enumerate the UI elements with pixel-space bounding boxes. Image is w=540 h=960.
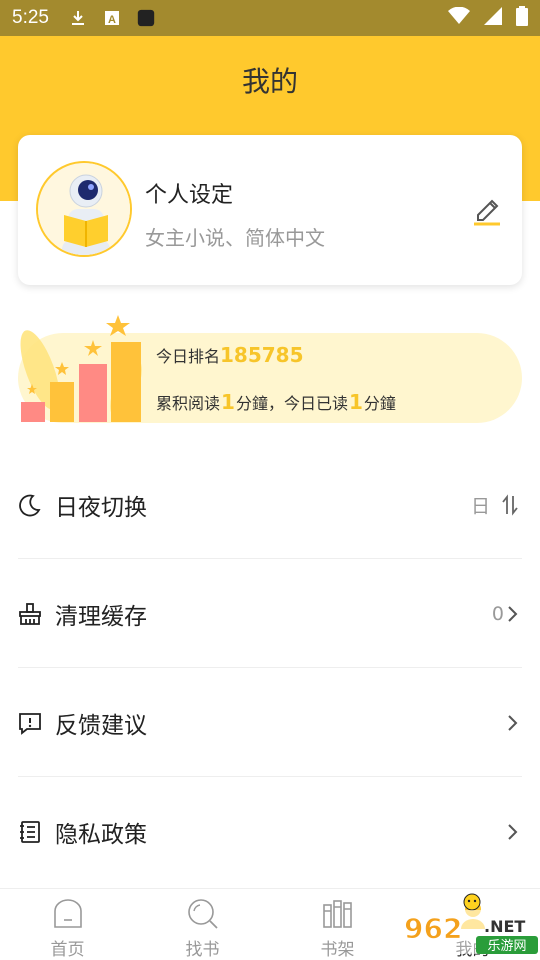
menu-item-day-night[interactable]: 日夜切换 日 [0, 450, 540, 559]
swap-arrows-icon[interactable] [502, 493, 518, 516]
today-rank: 今日排名 185785 [156, 343, 304, 367]
profile-preferences: 女主小说、简体中文 [145, 226, 325, 250]
search-icon [186, 897, 220, 931]
tab-label: 首页 [50, 940, 85, 960]
tab-label: 找书 [185, 940, 220, 960]
total-reading-unit: 分鐘，今日已读 [235, 394, 348, 413]
status-bar: 5:25 A [0, 0, 540, 36]
a-icon: A [103, 9, 121, 27]
tab-bookshelf[interactable]: 书架 [270, 889, 405, 960]
menu-label: 日夜切换 [55, 494, 147, 521]
menu-label: 隐私政策 [55, 821, 147, 848]
document-list-icon [18, 820, 42, 844]
profile-card[interactable]: 个人设定 女主小说、简体中文 [18, 135, 522, 285]
watermark-net: .NET [484, 917, 525, 936]
app-icon [137, 9, 155, 27]
today-reading-minutes: 1 [348, 390, 363, 414]
bookshelf-icon [321, 897, 355, 931]
watermark-site: 乐游网 [487, 939, 526, 954]
menu-item-clear-cache[interactable]: 清理缓存 0 [0, 559, 540, 668]
cache-size: 0 [491, 602, 504, 625]
total-reading-prefix: 累积阅读 [156, 394, 221, 413]
bar-chart-trophy-icon [18, 312, 148, 424]
reading-time: 累积阅读 1 分鐘，今日已读 1 分鐘 [156, 390, 396, 414]
tab-label: 书架 [320, 940, 355, 960]
watermark-number: 962 [404, 912, 462, 945]
menu-item-privacy-policy[interactable]: 隐私政策 [0, 777, 540, 886]
today-rank-label: 今日排名 [156, 347, 221, 366]
today-rank-value: 185785 [220, 343, 304, 367]
menu-label: 清理缓存 [55, 603, 147, 630]
menu-label: 反馈建议 [55, 712, 147, 739]
avatar[interactable] [36, 161, 132, 257]
page-title: 我的 [241, 65, 298, 98]
day-night-value: 日 [470, 495, 490, 517]
edit-icon[interactable] [470, 193, 504, 227]
tab-find-books[interactable]: 找书 [135, 889, 270, 960]
home-icon [51, 897, 85, 931]
status-time: 5:25 [12, 7, 49, 28]
total-reading-minutes: 1 [221, 390, 235, 414]
moon-icon [18, 493, 42, 517]
menu-item-feedback[interactable]: 反馈建议 [0, 668, 540, 777]
svg-text:A: A [108, 14, 116, 26]
chevron-right-icon [506, 714, 518, 732]
watermark-logo: 962 .NET 乐游网 [400, 892, 540, 954]
profile-name: 个人设定 [145, 183, 234, 208]
chevron-right-icon [506, 823, 518, 841]
tab-home[interactable]: 首页 [0, 889, 135, 960]
battery-icon [516, 6, 528, 30]
signal-icon [484, 7, 502, 29]
wifi-icon [448, 6, 470, 29]
download-icon [69, 9, 87, 27]
broom-icon [18, 602, 42, 626]
chevron-right-icon [506, 605, 518, 623]
feedback-icon [18, 711, 42, 735]
today-reading-unit: 分鐘 [363, 394, 396, 413]
